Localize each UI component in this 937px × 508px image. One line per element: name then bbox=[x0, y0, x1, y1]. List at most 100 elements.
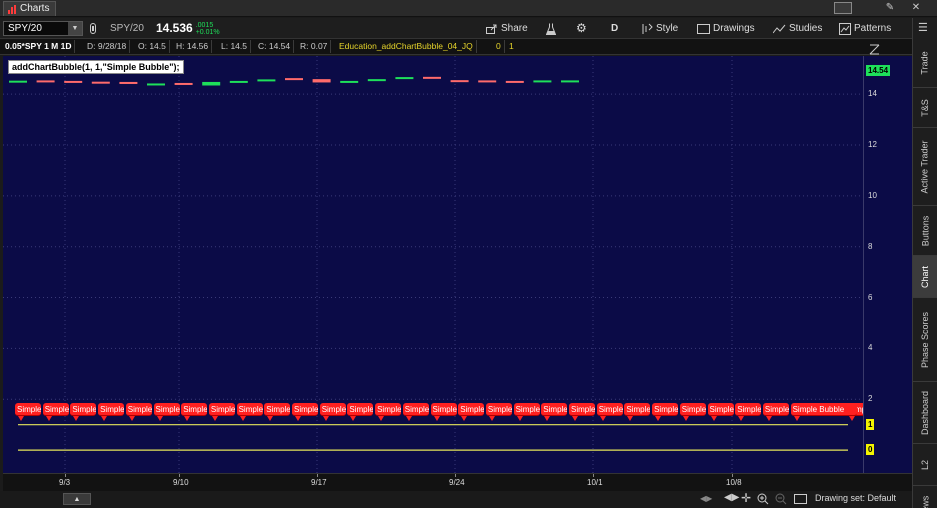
price-scale[interactable]: 14 12 10 8 6 4 2 14.54 1 0 bbox=[863, 44, 912, 473]
sidebar-tab-label: Dashboard bbox=[920, 390, 930, 435]
drawings-label: Drawings bbox=[713, 23, 755, 34]
info-close: C: 14.54 bbox=[255, 40, 295, 53]
chart-info-row: 0.05*SPY 1 M 1D D: 9/28/18 O: 14.5 H: 14… bbox=[0, 39, 912, 55]
chart-bubble: Simple Bubble bbox=[458, 402, 485, 416]
sidebar-tab-buttons[interactable]: Buttons bbox=[913, 206, 937, 256]
chart-bubbles: Simple BubbleSimple BubbleSimple BubbleS… bbox=[3, 56, 863, 473]
sidebar-tab-trade[interactable]: Trade bbox=[913, 38, 937, 88]
time-axis-tick bbox=[455, 474, 456, 477]
app-tab-label: Charts bbox=[20, 3, 50, 14]
patterns-label: Patterns bbox=[854, 23, 892, 34]
close-icon[interactable]: ✕ bbox=[910, 2, 922, 14]
chart-bubble: Simple Bubble bbox=[485, 402, 512, 416]
last-price: 14.536 bbox=[156, 21, 193, 35]
studies-button[interactable]: Studies bbox=[773, 21, 822, 36]
price-tick-label: 10 bbox=[868, 190, 877, 200]
chart-bubble-tail bbox=[488, 415, 495, 421]
share-button[interactable]: Share bbox=[486, 21, 528, 36]
chart-bubble: Simple Bubble bbox=[624, 402, 651, 416]
study-name[interactable]: Education_addChartBubble_04_JQ bbox=[336, 40, 477, 53]
drawings-button[interactable]: Drawings bbox=[697, 21, 755, 36]
chart-bubble-tail bbox=[45, 415, 52, 421]
sidebar-tab-label: News bbox=[919, 495, 930, 508]
sidebar-tab-t-s[interactable]: T&S bbox=[913, 88, 937, 128]
chart-bubble: Simple Bubble bbox=[430, 402, 457, 416]
chart-bubble-tail bbox=[295, 415, 301, 421]
chart-footer: ▲ ◀▶ ◀▶ ✛ Drawing set: Default bbox=[0, 491, 912, 508]
chart-bubble: Simple Bubble bbox=[98, 402, 125, 416]
price-tick-label: 14 bbox=[868, 89, 877, 99]
chart-bubble-tail bbox=[128, 415, 135, 421]
time-axis-tick bbox=[317, 474, 318, 477]
drawing-set-label[interactable]: Drawing set: Default bbox=[815, 493, 896, 503]
chart-bubble: Simple Bubble bbox=[42, 402, 69, 416]
chart-bubble: Simple Bubble bbox=[125, 402, 152, 416]
charts-window: Charts ✎ ✕ SPY/20 ▼ SPY/20 14.536 .0015 … bbox=[0, 0, 937, 508]
chart-bubble-tail bbox=[156, 415, 163, 421]
sidebar-tab-news[interactable]: News bbox=[913, 486, 937, 508]
plot-value-tag-0: 0 bbox=[866, 444, 875, 456]
symbol-link-icon[interactable] bbox=[90, 21, 96, 36]
price-tick-label: 8 bbox=[868, 241, 873, 251]
chart-bubble-tail bbox=[849, 415, 855, 421]
chart-bubble: Simple Bubble bbox=[790, 402, 857, 416]
zoom-out-icon[interactable] bbox=[775, 492, 787, 505]
pin-icon[interactable]: ✎ bbox=[884, 2, 896, 14]
aggregation-button[interactable]: D bbox=[611, 21, 618, 36]
patterns-button[interactable]: Patterns bbox=[839, 21, 891, 36]
chart-bubble: Simple Bubble bbox=[735, 402, 762, 416]
patterns-icon bbox=[839, 22, 851, 35]
charts-app-tab[interactable]: Charts bbox=[3, 1, 57, 16]
crosshair-icon[interactable]: ✛ bbox=[741, 491, 751, 505]
scroll-left-icon[interactable]: ◀▶ bbox=[700, 494, 712, 503]
chevron-down-icon[interactable]: ▼ bbox=[68, 22, 82, 35]
time-axis-tick bbox=[732, 474, 733, 477]
chart-bubble-tail bbox=[239, 415, 246, 421]
chart-bubble-tail bbox=[738, 415, 745, 421]
net-change: .0015 +0.01% bbox=[196, 22, 220, 36]
info-low: L: 14.5 bbox=[218, 40, 251, 53]
sidebar-tab-l2[interactable]: L2 bbox=[913, 444, 937, 486]
style-button[interactable]: Style bbox=[641, 21, 678, 36]
sidebar-tab-chart[interactable]: Chart bbox=[913, 256, 937, 298]
zoom-in-icon[interactable] bbox=[757, 492, 769, 505]
chart-bubble: Simple Bubble bbox=[319, 402, 346, 416]
chart-bubble: Simple Bubble bbox=[208, 402, 235, 416]
chart-bubble-tail bbox=[101, 415, 108, 421]
chart-bubble: Simple Bubble bbox=[15, 402, 41, 416]
studies-label: Studies bbox=[789, 23, 823, 34]
chart-bubble: Simple Bubble bbox=[541, 402, 568, 416]
time-axis-tick bbox=[593, 474, 594, 477]
time-axis-tick bbox=[65, 474, 66, 477]
time-axis-label: 9/24 bbox=[449, 478, 465, 487]
flask-icon[interactable] bbox=[546, 21, 556, 36]
price-scale-zoom-icon[interactable] bbox=[869, 42, 880, 55]
sidebar-tab-dashboard[interactable]: Dashboard bbox=[913, 382, 937, 444]
sidebar-tab-phase-scores[interactable]: Phase Scores bbox=[913, 298, 937, 382]
chart-plot-area[interactable]: addChartBubble(1, 1,"Simple Bubble"); Si… bbox=[3, 56, 863, 473]
chart-bubble: Simple Bubble bbox=[70, 402, 97, 416]
sidebar-tab-active-trader[interactable]: Active Trader bbox=[913, 128, 937, 206]
time-axis[interactable]: 9/3 9/10 9/17 9/24 10/1 10/8 bbox=[3, 473, 912, 491]
expand-panel-button[interactable]: ▲ bbox=[63, 493, 91, 505]
chart-bubble: Simple Bubble bbox=[762, 402, 789, 416]
info-open: O: 14.5 bbox=[135, 40, 170, 53]
time-axis-label: 9/10 bbox=[173, 478, 189, 487]
info-range: R: 0.07 bbox=[297, 40, 332, 53]
info-symbol[interactable]: 0.05*SPY 1 M 1D bbox=[2, 40, 76, 53]
symbol-description: SPY/20 bbox=[110, 23, 144, 34]
info-high: H: 14.56 bbox=[173, 40, 213, 53]
sidebar-menu-icon[interactable]: ☰ bbox=[918, 21, 928, 34]
pan-arrows-icon[interactable]: ◀▶ bbox=[724, 492, 739, 503]
gear-icon[interactable]: ⚙ bbox=[576, 21, 587, 36]
restore-window-button[interactable] bbox=[834, 2, 852, 14]
chart-bubble-tail bbox=[433, 415, 440, 421]
symbol-input[interactable]: SPY/20 ▼ bbox=[3, 21, 83, 36]
chart-bubble-tail bbox=[765, 415, 772, 421]
chart-bubble-tail bbox=[793, 415, 800, 421]
drawing-set-icon[interactable] bbox=[794, 494, 807, 504]
last-price-group: 14.536 .0015 +0.01% bbox=[156, 21, 220, 36]
price-tick-label: 12 bbox=[868, 139, 877, 149]
chart-bubble: Simple Bubble bbox=[569, 402, 595, 416]
chart-bubble-tail bbox=[544, 415, 551, 421]
